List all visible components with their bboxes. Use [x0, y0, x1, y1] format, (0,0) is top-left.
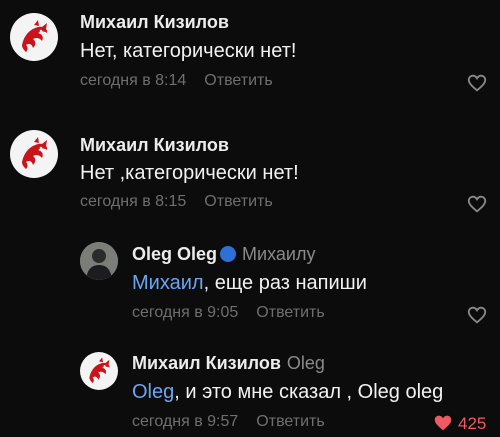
comment-time: сегодня в 8:15 — [80, 193, 187, 210]
comment-time: сегодня в 9:05 — [132, 304, 239, 321]
avatar[interactable] — [80, 242, 118, 280]
mention-link[interactable]: Oleg — [132, 381, 174, 403]
comment-time: сегодня в 9:57 — [132, 413, 239, 430]
avatar[interactable] — [80, 352, 118, 390]
heart-outline-icon[interactable] — [466, 304, 488, 326]
comment-4: Михаил Кизилов Oleg Oleg, и это мне сказа… — [0, 342, 500, 437]
comment-author[interactable]: Михаил Кизилов — [80, 12, 229, 33]
comment-time: сегодня в 8:14 — [80, 72, 187, 89]
shield-badge-icon — [220, 246, 237, 262]
red-dragon-avatar-icon — [22, 137, 48, 169]
reply-button[interactable]: Ответить — [256, 413, 324, 430]
avatar[interactable] — [10, 13, 58, 61]
comment-3: Oleg Oleg Михаилу Михаил, еще раз напиши … — [0, 232, 500, 342]
red-dragon-avatar-icon — [22, 20, 48, 52]
comment-meta: сегодня в 8:15 Ответить — [80, 193, 273, 211]
reply-button[interactable]: Ответить — [256, 304, 324, 321]
heart-filled-icon[interactable] — [432, 412, 454, 434]
comment-author[interactable]: Oleg Oleg — [132, 244, 217, 264]
mention-link[interactable]: Михаил — [132, 272, 204, 294]
reply-to[interactable]: Михаилу — [242, 244, 315, 264]
comment-meta: сегодня в 9:57 Ответить — [132, 413, 325, 431]
comment-meta: сегодня в 8:14 Ответить — [80, 72, 273, 90]
comment-2: Михаил Кизилов Нет ,категорически нет! с… — [0, 118, 500, 228]
comment-text: Нет ,категорически нет! — [80, 162, 299, 184]
comment-text: , еще раз напиши — [203, 272, 367, 294]
person-photo-avatar-icon — [80, 242, 118, 280]
red-dragon-avatar-icon — [89, 357, 110, 383]
comment-author[interactable]: Михаил Кизилов — [80, 135, 229, 156]
avatar[interactable] — [10, 130, 58, 178]
heart-outline-icon[interactable] — [466, 72, 488, 94]
comment-text: Нет, категорически нет! — [80, 40, 297, 62]
comment-1: Михаил Кизилов Нет, категорически нет! с… — [0, 0, 500, 110]
like-count: 425 — [458, 414, 487, 433]
comment-text-line: Oleg, и это мне сказал , Oleg oleg — [132, 381, 443, 404]
comment-meta: сегодня в 9:05 Ответить — [132, 304, 325, 322]
comment-author[interactable]: Михаил Кизилов — [132, 353, 281, 373]
reply-to[interactable]: Oleg — [287, 353, 325, 373]
comment-author-line: Михаил Кизилов Oleg — [132, 353, 325, 374]
comment-text: , и это мне сказал , Oleg oleg — [174, 381, 444, 403]
comment-author-line: Oleg Oleg Михаилу — [132, 244, 315, 265]
heart-outline-icon[interactable] — [466, 193, 488, 215]
comment-text-line: Михаил, еще раз напиши — [132, 272, 367, 295]
reply-button[interactable]: Ответить — [204, 72, 272, 89]
reply-button[interactable]: Ответить — [204, 193, 272, 210]
